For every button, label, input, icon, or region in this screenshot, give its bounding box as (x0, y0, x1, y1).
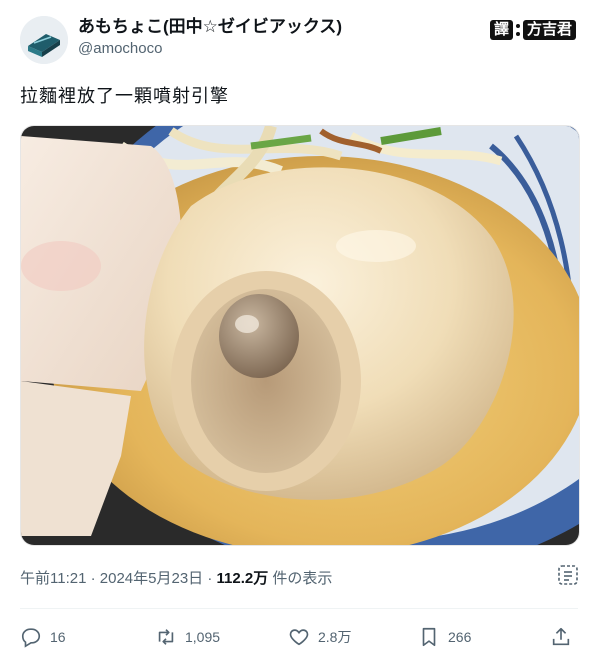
handle[interactable]: @amochoco (78, 38, 342, 60)
tweet-card: あもちょこ(田中☆ゼイビアックス) @amochoco 譯 方吉君 拉麵裡放了一… (0, 0, 598, 667)
tweet-time[interactable]: 午前11:21 (20, 570, 86, 587)
retweet-count: 1,095 (185, 629, 221, 645)
display-name[interactable]: あもちょこ(田中☆ゼイビアックス) (78, 16, 342, 38)
divider (20, 608, 578, 609)
stamp-dots (515, 24, 520, 36)
retweet-button[interactable]: 1,095 (155, 626, 220, 648)
share-button[interactable] (550, 626, 572, 648)
views-count: 112.2万 (216, 570, 269, 587)
tweet-date[interactable]: 2024年5月23日 (100, 570, 203, 587)
translator-stamp: 譯 方吉君 (489, 20, 576, 40)
tweet-meta: 午前11:21 · 2024年5月23日 · 112.2万 件の表示 (20, 567, 332, 588)
meta-separator-2: · (207, 570, 213, 587)
share-icon (552, 627, 570, 646)
ramen-photo (21, 126, 579, 545)
like-button[interactable]: 2.8万 (288, 626, 351, 648)
stamp-left: 譯 (489, 20, 513, 40)
stamp-right: 方吉君 (522, 20, 576, 40)
avatar[interactable] (20, 16, 68, 64)
views-label: 件の表示 (272, 570, 333, 587)
bookmark-icon (422, 627, 436, 647)
tweet-text: 拉麵裡放了一顆噴射引擎 (20, 86, 229, 106)
retweet-icon (158, 629, 174, 645)
action-bar: 16 1,095 2.8万 266 (20, 626, 578, 650)
author-block: あもちょこ(田中☆ゼイビアックス) @amochoco (78, 16, 342, 60)
reply-icon (21, 628, 41, 648)
like-count: 2.8万 (318, 629, 352, 645)
analytics-icon[interactable] (558, 565, 578, 585)
tweet-media[interactable] (20, 125, 580, 546)
meta-separator: · (90, 570, 96, 587)
heart-icon (289, 629, 309, 646)
reply-button[interactable]: 16 (20, 626, 66, 648)
reply-count: 16 (50, 629, 66, 645)
bookmark-count: 266 (448, 629, 472, 645)
bird-logo-avatar-icon (20, 16, 68, 64)
bookmark-button[interactable]: 266 (418, 626, 471, 648)
